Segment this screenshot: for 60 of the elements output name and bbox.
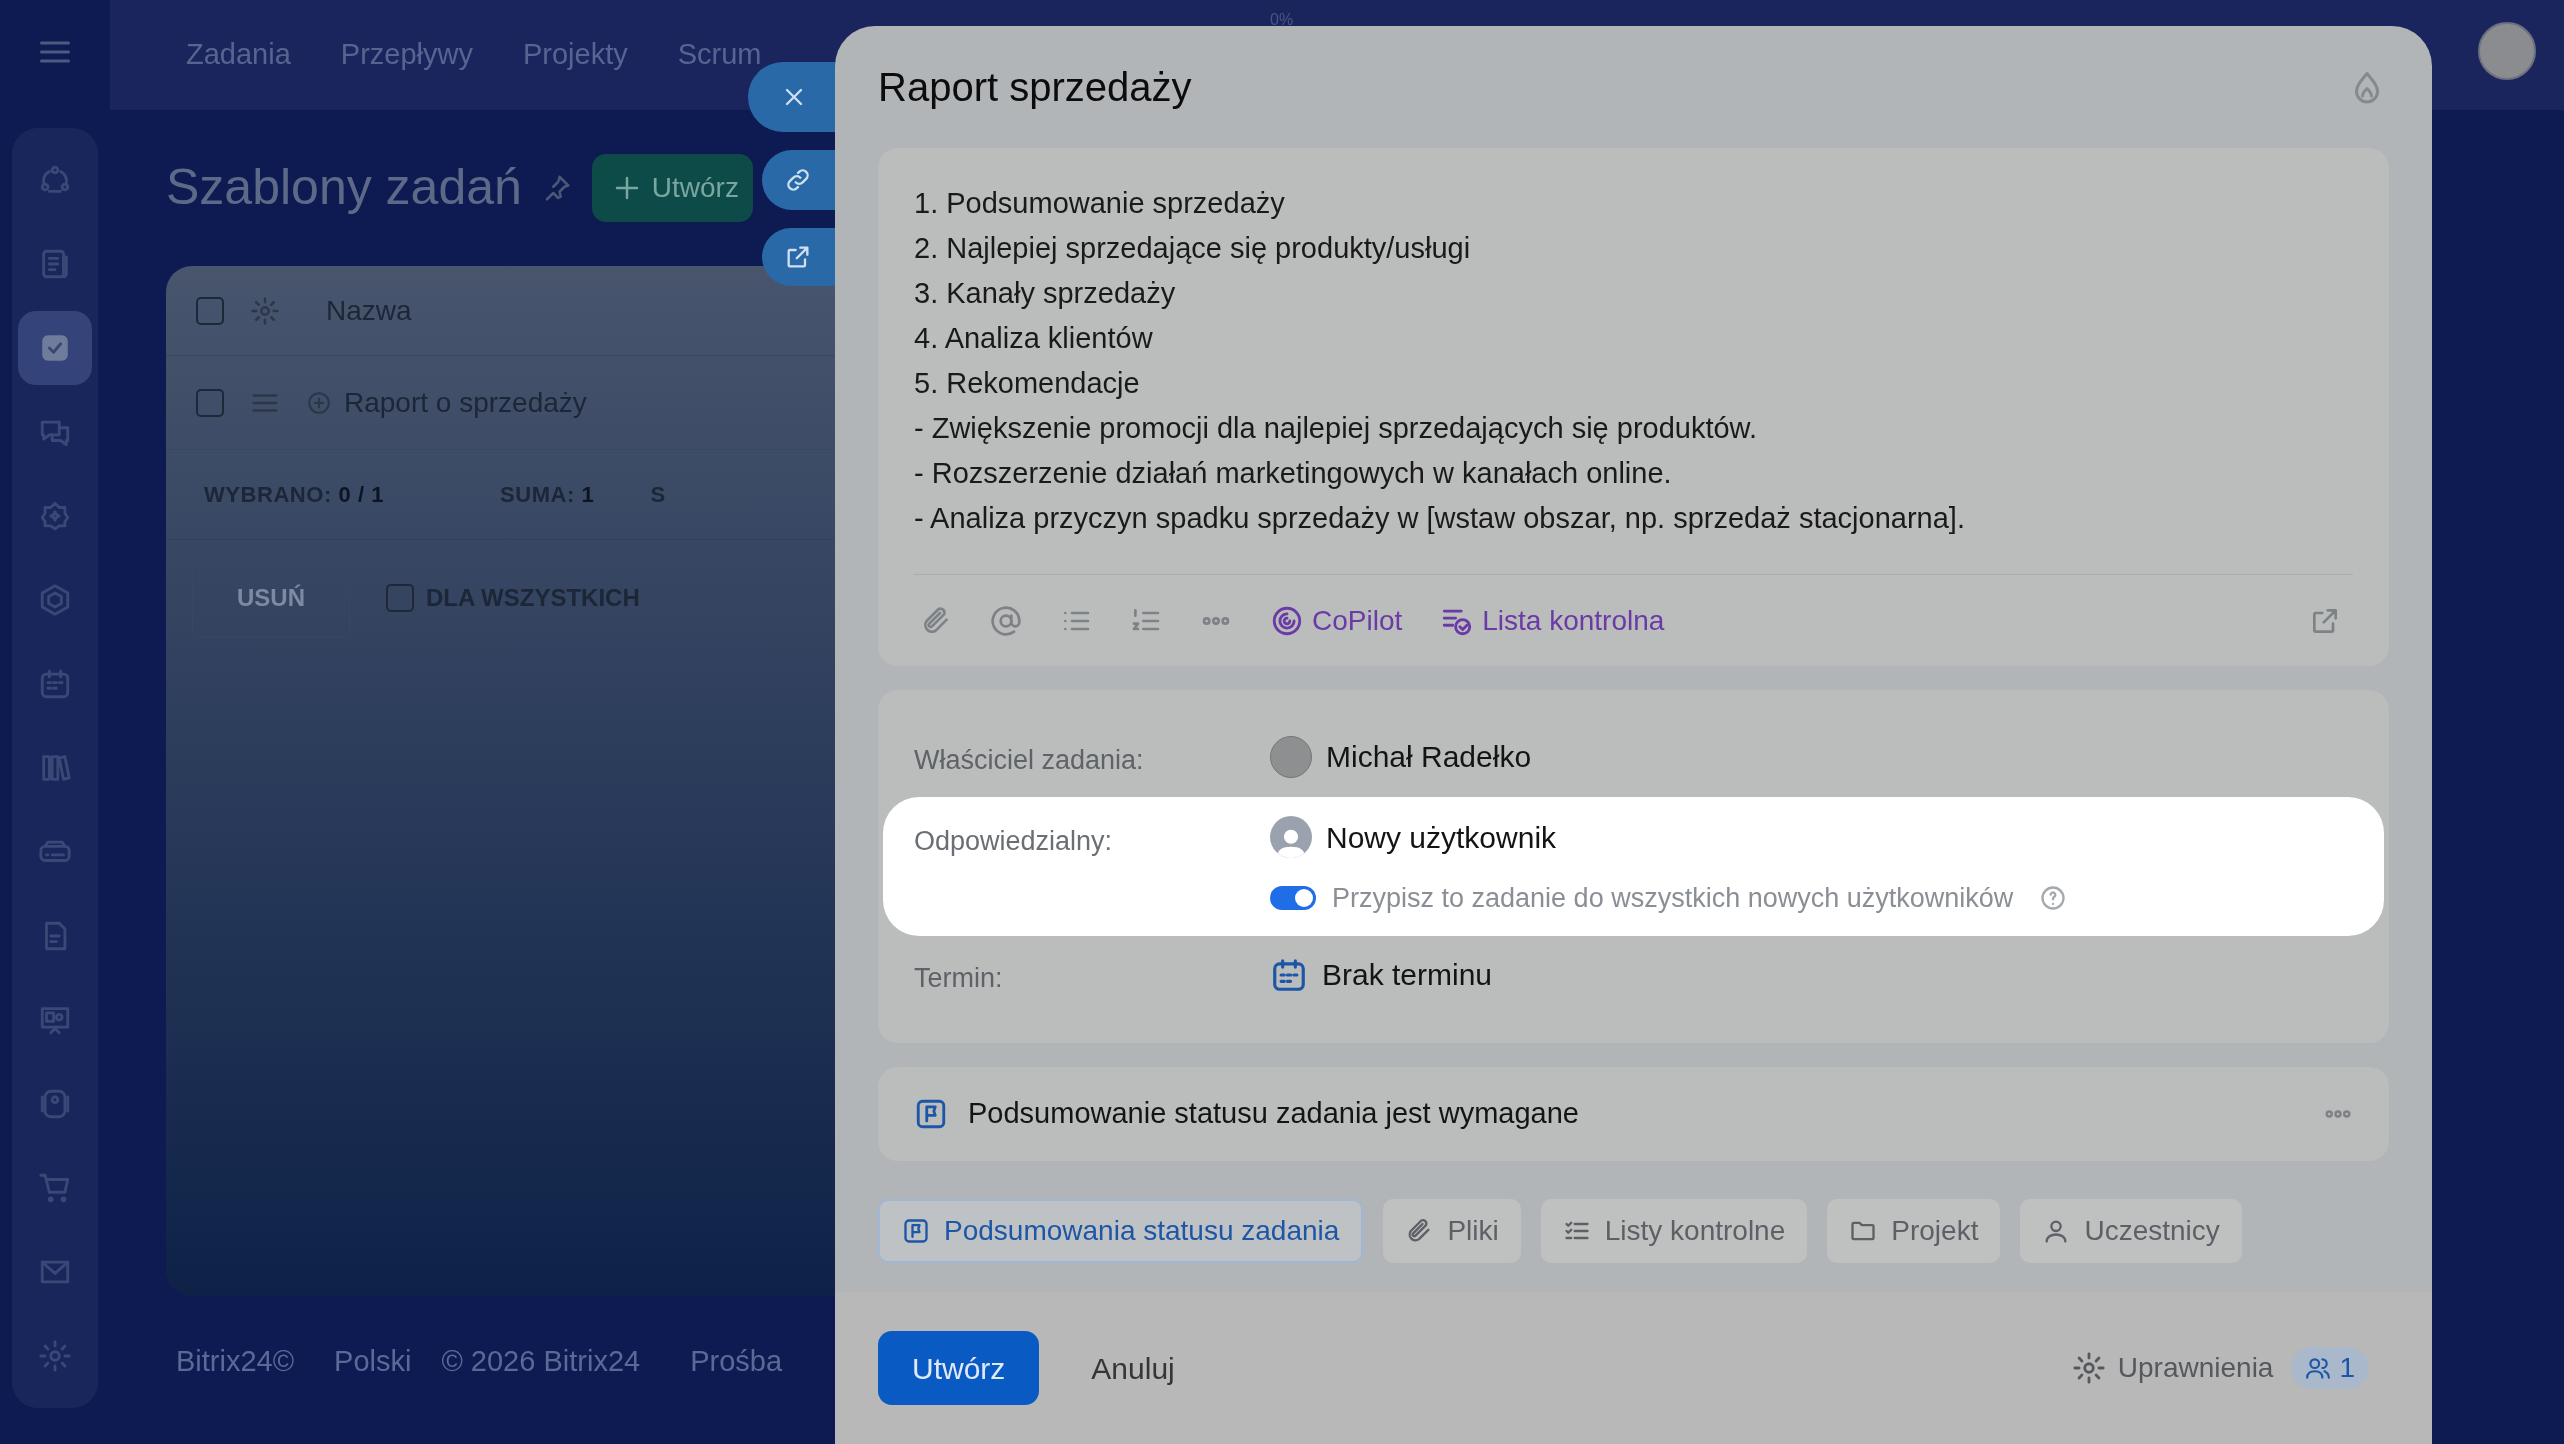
checkbox[interactable] [196,388,224,417]
participants-badge[interactable]: 1 [2291,1347,2369,1389]
nav-link[interactable]: Przepływy [340,33,473,77]
calendar-icon [38,667,72,701]
field-value[interactable]: Nowy użytkownik [1326,814,1557,860]
banner-text: Podsumowanie statusu zadania jest wymagane [968,1095,1579,1131]
field-label: Właściciel zadania: [914,744,1145,777]
sparkle-icon [38,499,72,533]
description-line[interactable]: 4. Analiza klientów [914,319,2353,358]
permissions-button[interactable]: Uprawnienia [2071,1347,2274,1389]
tab[interactable]: Projekt [1827,1198,2001,1263]
description-line[interactable]: 3. Kanały sprzedaży [914,274,2353,313]
settings-icon [2071,1351,2106,1385]
cancel-button[interactable]: Anuluj [1071,1331,1195,1405]
tab[interactable]: Listy kontrolne [1540,1198,1808,1263]
user-avatar [1270,816,1312,858]
settings-icon[interactable] [250,295,280,326]
description-line[interactable]: - Zwiększenie promocji dla najlepiej sprzedających się produktów. [914,409,2353,448]
field-value[interactable]: Brak terminu [1322,952,1493,997]
description-line[interactable]: 2. Najlepiej sprzedające się produkty/usługi [914,229,2353,268]
sidebar-item[interactable] [18,311,92,385]
nav-link[interactable]: Zadania [186,33,291,77]
checklist-button[interactable]: Lista kontrolna [1440,599,1665,642]
settings-icon [38,1339,72,1373]
page-title: Szablony zadań [166,158,522,217]
brand-logo[interactable]: Bitrix24© [176,1340,295,1384]
description-line[interactable]: 1. Podsumowanie sprzedaży [914,184,2353,223]
create-button[interactable]: Utwórz [591,153,753,222]
checkbox[interactable] [386,584,414,612]
hexagon-icon [38,583,72,617]
modal-title[interactable]: Raport sprzedaży [878,57,1192,117]
checkbox[interactable] [196,296,224,325]
copyright-text: © 2026 Bitrix24 [441,1344,641,1379]
description-line[interactable]: - Analiza przyczyn spadku sprzedaży w [wstaw obszar, np. sprzedaż stacjonarna]. [914,499,2353,538]
language-selector[interactable]: Polski [334,1340,412,1384]
group-icon [2305,1355,2332,1381]
field-value[interactable]: Michał Radełko [1326,734,1532,779]
description-line[interactable]: - Rozszerzenie działań marketingowych w kanałach online. [914,454,2353,493]
help-icon[interactable] [2039,883,2068,912]
description-line[interactable]: 5. Rekomendacje [914,364,2353,403]
owner-avatar [1270,735,1312,778]
user-avatar[interactable] [2478,22,2536,80]
create-task-button[interactable]: Utwórz [878,1331,1040,1405]
flag-icon [902,1216,930,1245]
tab[interactable]: Podsumowania statusu zadania [878,1198,1364,1263]
tab[interactable]: Pliki [1383,1198,1521,1263]
add-icon[interactable] [306,389,332,416]
nav-link[interactable]: Projekty [522,33,628,77]
nav-link[interactable]: Scrum [677,33,762,77]
mention-icon[interactable] [990,604,1022,637]
cart-icon [38,1171,72,1205]
link-icon [784,166,812,194]
field-label: Termin: [914,962,1004,995]
field-label: Odpowiedzialny: [914,824,1114,858]
camera-icon [38,1087,72,1121]
footer-link[interactable]: Prośba [690,1340,783,1384]
copilot-button[interactable]: CoPilot [1270,599,1403,642]
tab[interactable]: Uczestnicy [2020,1198,2242,1263]
toggle-switch[interactable] [1270,885,1316,910]
toggle-label: Przypisz to zadanie do wszystkich nowych użytkowników [1332,881,2014,915]
